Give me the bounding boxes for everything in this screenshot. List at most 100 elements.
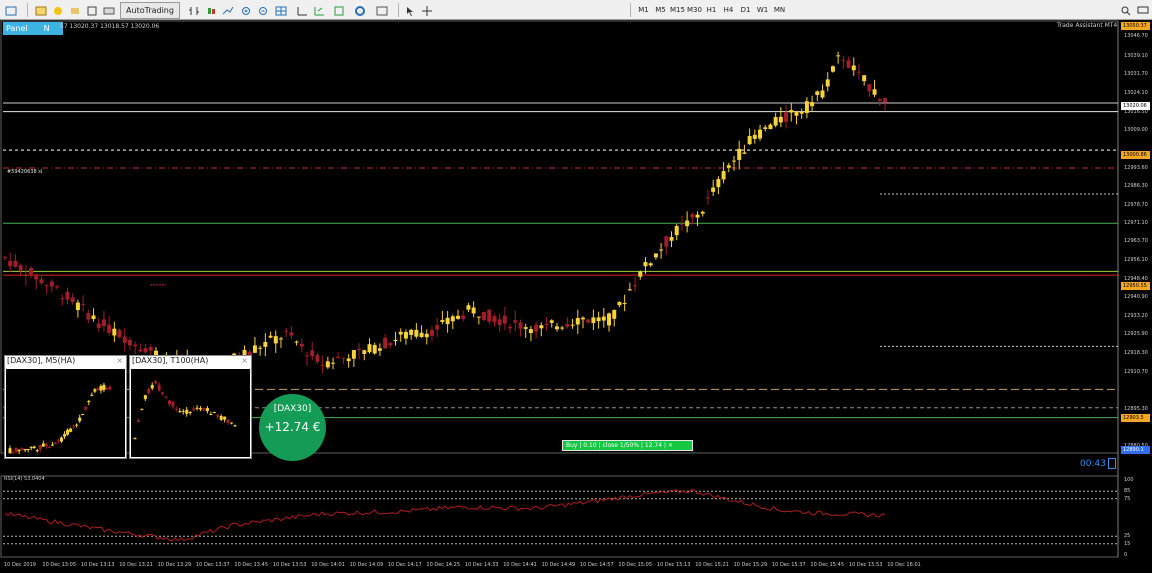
candle-body — [513, 320, 518, 323]
timeframe-w1-button[interactable]: W1 — [754, 2, 771, 17]
trade-position-bar[interactable]: Buy | 0.10 | close 1/50% | 12.74 | × — [562, 440, 693, 451]
candle-body — [49, 281, 54, 287]
candle-body — [367, 344, 372, 353]
time-axis-label: 10 Dec 15:53 — [848, 562, 883, 568]
candle-body — [695, 214, 700, 218]
tile-windows-icon[interactable] — [273, 2, 289, 19]
candle-body — [633, 285, 638, 287]
data-window-icon[interactable] — [67, 2, 83, 19]
candle-body — [60, 298, 65, 300]
price-axis-label: 13024.10 — [1124, 90, 1148, 96]
candle-body — [544, 323, 549, 325]
candle-body — [883, 98, 887, 103]
hourglass-icon — [1108, 458, 1116, 469]
timeframe-h1-button[interactable]: H1 — [703, 2, 720, 17]
candle-body — [13, 260, 18, 267]
candle-body — [815, 91, 820, 95]
candle-body — [763, 127, 768, 129]
new-chart-icon[interactable] — [3, 2, 19, 19]
panel-tab[interactable]: Panel N — [3, 22, 63, 35]
mini-candle-body — [164, 396, 168, 398]
timeframe-m15-button[interactable]: M15 — [669, 2, 686, 17]
candle-body — [679, 223, 684, 225]
cursor-icon[interactable] — [402, 2, 418, 19]
candle-body — [591, 317, 596, 324]
candle-body — [86, 313, 91, 320]
timeframe-h4-button[interactable]: H4 — [720, 2, 737, 17]
mini-chart-close-button[interactable]: × — [241, 356, 248, 365]
candle-body — [3, 257, 7, 259]
price-axis-label: 12940.90 — [1124, 294, 1148, 301]
timeframe-m30-button[interactable]: M30 — [686, 2, 703, 17]
price-axis-label: 12918.30 — [1124, 349, 1148, 356]
line-chart-icon[interactable] — [220, 2, 236, 19]
navigator-icon[interactable] — [84, 2, 100, 19]
panel-n-label: N — [43, 24, 50, 33]
time-axis-label: 10 Dec 14:41 — [503, 562, 537, 568]
candle-body — [55, 286, 60, 288]
candle-body — [862, 75, 867, 82]
time-axis-label: 10 Dec 15:05 — [618, 562, 653, 568]
candle-body — [846, 60, 851, 68]
mini-candle-body — [41, 443, 45, 447]
profit-symbol: [DAX30] — [273, 404, 312, 414]
autotrading-button[interactable]: AutoTrading — [120, 2, 180, 19]
mini-candle-body — [102, 384, 106, 390]
candle-body — [107, 324, 112, 333]
candle-body — [357, 348, 362, 351]
candle-body — [466, 305, 471, 310]
bar-chart-icon[interactable] — [186, 2, 202, 19]
templates-icon[interactable] — [374, 2, 390, 19]
profiles-icon[interactable] — [33, 2, 49, 19]
timeframe-d1-button[interactable]: D1 — [737, 2, 754, 17]
mini-candle-body — [181, 410, 185, 412]
mini-chart-close-button[interactable]: × — [116, 356, 123, 365]
price-axis-label: 12963.70 — [1124, 238, 1148, 245]
mini-candle-body — [233, 425, 237, 427]
candle-body — [476, 316, 481, 318]
time-axis-label: 10 Dec 13:21 — [119, 562, 153, 568]
candle-body — [721, 171, 726, 180]
mini-candle-body — [75, 424, 79, 426]
rsi-level-label: 100 — [1124, 477, 1134, 483]
chart-shift-icon[interactable] — [294, 2, 310, 19]
candle-body — [461, 315, 466, 320]
crosshair-icon[interactable] — [419, 2, 435, 19]
candle-body — [856, 71, 861, 73]
ohlc-info: 57 13020.37 13018.57 13020.06 — [60, 23, 160, 30]
candle-body — [622, 302, 627, 304]
terminal-icon[interactable] — [101, 2, 117, 19]
timeframe-m5-button[interactable]: M5 — [652, 2, 669, 17]
chat-icon[interactable] — [1135, 2, 1151, 19]
time-axis-label: 10 Dec 14:25 — [426, 562, 461, 568]
mini-candle-body — [108, 386, 112, 390]
price-chart[interactable]: Panel N 57 13020.37 13018.57 13020.06 Tr… — [0, 20, 1152, 573]
candle-body — [726, 165, 731, 168]
candle-body — [659, 249, 664, 251]
candle-body — [44, 284, 49, 286]
search-icon[interactable] — [1118, 2, 1134, 19]
timeframe-m1-button[interactable]: M1 — [635, 2, 652, 17]
zoom-in-icon[interactable] — [239, 2, 255, 19]
candlestick-icon[interactable] — [203, 2, 219, 19]
indicators-icon[interactable] — [332, 2, 348, 19]
candle-body — [794, 112, 799, 116]
mini-chart-title: [DAX30], T100(HA) — [132, 356, 209, 365]
mini-candle-body — [136, 420, 140, 422]
mini-chart-t100[interactable]: [DAX30], T100(HA) × — [129, 355, 252, 459]
market-watch-icon[interactable] — [50, 2, 66, 19]
timeframe-mn-button[interactable]: MN — [771, 2, 788, 17]
mini-candle-body — [20, 448, 24, 450]
periods-icon[interactable] — [352, 2, 368, 19]
mini-chart-m5[interactable]: [DAX30], M5(HA) × — [4, 355, 127, 459]
candle-body — [851, 65, 856, 71]
price-axis-label: 12933.20 — [1124, 313, 1148, 320]
candle-body — [497, 319, 502, 326]
candle-body — [398, 331, 403, 335]
mini-candle-body — [47, 446, 51, 448]
price-axis-label: 13009.00 — [1124, 127, 1148, 134]
auto-scroll-icon[interactable] — [311, 2, 327, 19]
mini-candle-body — [150, 384, 154, 389]
candle-body — [346, 358, 351, 362]
zoom-out-icon[interactable] — [256, 2, 272, 19]
